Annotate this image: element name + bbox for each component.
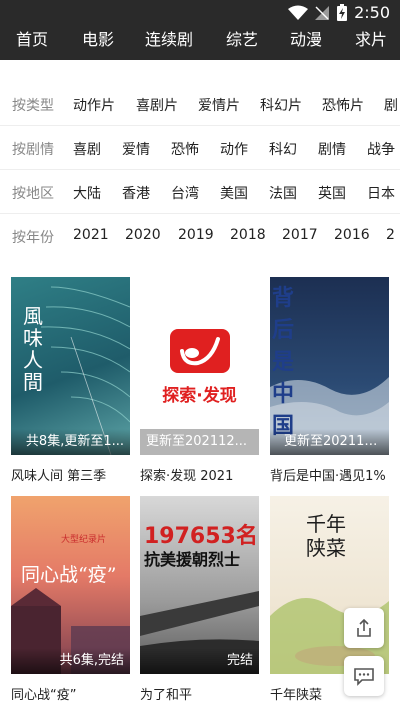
filter-option[interactable]: 大陆 (73, 183, 101, 203)
poster[interactable]: 背后是中国 更新至202112... (270, 277, 389, 455)
episode-badge: 完结 (140, 648, 259, 674)
filter-option[interactable]: 爱情 (122, 139, 150, 159)
status-icons: 2:50 (288, 3, 390, 22)
filter-option[interactable]: 2018 (230, 227, 266, 243)
filter-option[interactable]: 爱情片 (198, 95, 240, 115)
filter-option[interactable]: 剧 (384, 95, 398, 115)
poster[interactable]: 大型纪录片 同心战“疫” 共6集,完结 (11, 496, 130, 674)
video-grid: 風味人間 共8集,更新至1... 风味人间 第三季 探索·发现 更新至20211… (0, 275, 400, 711)
nav-request[interactable]: 求片 (355, 26, 387, 50)
episode-badge: 更新至202112... (140, 429, 259, 455)
nav-series[interactable]: 连续剧 (145, 26, 193, 50)
poster-title-text: 風味人間 (23, 304, 43, 394)
filter-option[interactable]: 喜剧片 (136, 95, 178, 115)
nav-home[interactable]: 首页 (16, 26, 48, 50)
filter-option[interactable]: 2 (386, 227, 395, 243)
video-card[interactable]: 風味人間 共8集,更新至1... 风味人间 第三季 (11, 277, 130, 484)
poster-title-text: 千年陕菜 (306, 512, 346, 560)
filter-option[interactable]: 动作 (220, 139, 248, 159)
chat-button[interactable] (344, 656, 384, 696)
video-card[interactable]: 背后是中国 更新至202112... 背后是中国·遇见1% (270, 277, 389, 484)
poster[interactable]: 探索·发现 更新至202112... (140, 277, 259, 455)
filter-row-type: 按类型 动作片 喜剧片 爱情片 科幻片 恐怖片 剧 (0, 82, 400, 126)
video-title[interactable]: 为了和平 (140, 684, 259, 703)
nav-variety[interactable]: 综艺 (226, 26, 258, 50)
filter-option[interactable]: 喜剧 (73, 139, 101, 159)
video-title[interactable]: 探索·发现 2021 (140, 465, 259, 484)
filter-option[interactable]: 2019 (178, 227, 214, 243)
filter-option[interactable]: 美国 (220, 183, 248, 203)
app-header: 2:50 首页 电影 连续剧 综艺 动漫 求片 (0, 0, 400, 60)
battery-charging-icon (337, 3, 348, 21)
video-card[interactable]: 197653名 抗美援朝烈士 完结 为了和平 (140, 496, 259, 703)
status-time: 2:50 (354, 3, 390, 22)
video-title[interactable]: 背后是中国·遇见1% (270, 465, 389, 484)
filter-option[interactable]: 香港 (122, 183, 150, 203)
filter-panel: 按类型 动作片 喜剧片 爱情片 科幻片 恐怖片 剧 按剧情 喜剧 爱情 恐怖 动… (0, 60, 400, 260)
chat-icon (354, 668, 374, 686)
filter-row-region: 按地区 大陆 香港 台湾 美国 法国 英国 日本 (0, 170, 400, 214)
spoon-icon (180, 337, 220, 366)
video-title[interactable]: 同心战“疫” (11, 684, 130, 703)
video-card[interactable]: 大型纪录片 同心战“疫” 共6集,完结 同心战“疫” (11, 496, 130, 703)
filter-option[interactable]: 科幻 (269, 139, 297, 159)
status-bar: 2:50 (0, 0, 400, 26)
share-icon (357, 618, 371, 637)
video-title[interactable]: 风味人间 第三季 (11, 465, 130, 484)
poster[interactable]: 197653名 抗美援朝烈士 完结 (140, 496, 259, 674)
filter-option[interactable]: 动作片 (73, 95, 115, 115)
episode-badge: 共8集,更新至1... (11, 429, 130, 455)
nav-movie[interactable]: 电影 (82, 26, 114, 50)
nav-anime[interactable]: 动漫 (290, 26, 322, 50)
poster-title-text: 同心战“疫” (21, 564, 117, 586)
filter-label: 按类型 (12, 98, 54, 114)
video-card[interactable]: 探索·发现 更新至202112... 探索·发现 2021 (140, 277, 259, 484)
filter-option[interactable]: 科幻片 (260, 95, 302, 115)
filter-option[interactable]: 战争 (367, 139, 395, 159)
share-button[interactable] (344, 608, 384, 648)
poster[interactable]: 風味人間 共8集,更新至1... (11, 277, 130, 455)
poster-title-text: 背后是中国 (272, 286, 295, 439)
filter-row-plot: 按剧情 喜剧 爱情 恐怖 动作 科幻 剧情 战争 (0, 126, 400, 170)
filter-option[interactable]: 法国 (269, 183, 297, 203)
poster-subtitle: 大型纪录片 (61, 535, 107, 545)
wifi-icon (288, 5, 309, 20)
episode-badge: 共6集,完结 (11, 648, 130, 674)
episode-badge: 更新至202112... (270, 429, 389, 455)
filter-option[interactable]: 恐怖片 (322, 95, 364, 115)
filter-option[interactable]: 台湾 (171, 183, 199, 203)
filter-option[interactable]: 2020 (125, 227, 161, 243)
filter-label: 按年份 (12, 230, 54, 246)
poster-title-text: 探索·发现 (162, 386, 237, 406)
category-nav: 首页 电影 连续剧 综艺 动漫 求片 (0, 26, 400, 60)
filter-label: 按剧情 (12, 142, 54, 158)
filter-option[interactable]: 剧情 (318, 139, 346, 159)
filter-option[interactable]: 2017 (282, 227, 318, 243)
filter-option[interactable]: 2016 (334, 227, 370, 243)
filter-option[interactable]: 2021 (73, 227, 109, 243)
filter-label: 按地区 (12, 186, 54, 202)
filter-option[interactable]: 日本 (367, 183, 395, 203)
filter-option[interactable]: 英国 (318, 183, 346, 203)
no-signal-icon (315, 5, 330, 20)
filter-option[interactable]: 恐怖 (171, 139, 199, 159)
filter-row-year: 按年份 2021 2020 2019 2018 2017 2016 2 (0, 214, 400, 258)
